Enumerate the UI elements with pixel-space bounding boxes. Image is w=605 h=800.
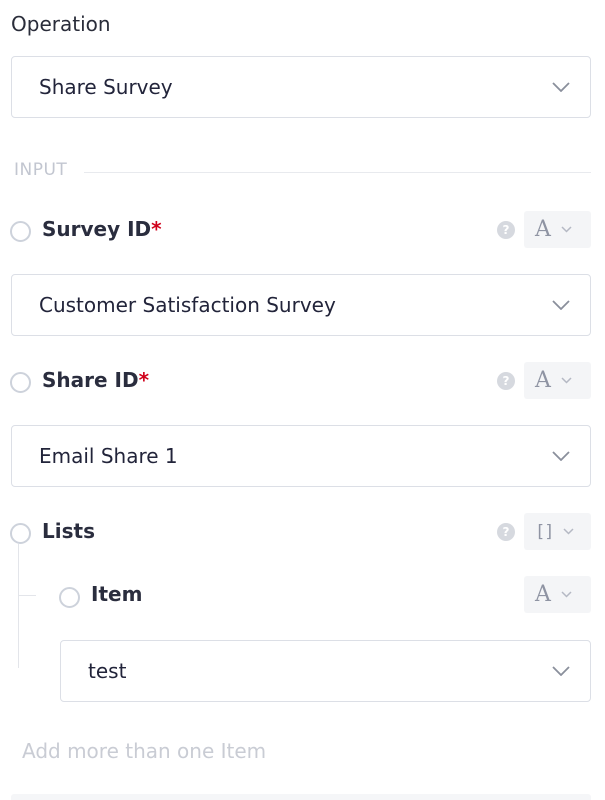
required-marker: *	[138, 368, 150, 392]
question-circle-icon[interactable]: ?	[497, 372, 515, 390]
chevron-down-icon	[552, 82, 570, 92]
chevron-down-icon	[552, 666, 570, 676]
item-type-button[interactable]: A	[524, 576, 591, 613]
array-type-icon: []	[535, 521, 555, 542]
lists-radio[interactable]	[10, 523, 31, 544]
chevron-down-icon	[563, 528, 575, 535]
question-circle-icon[interactable]: ?	[497, 523, 515, 541]
next-field-edge	[11, 794, 591, 800]
share-id-label-text: Share ID	[42, 368, 139, 392]
operation-label: Operation	[11, 12, 111, 36]
operation-value: Share Survey	[39, 75, 173, 99]
chevron-down-icon	[561, 591, 572, 598]
text-type-icon: A	[535, 217, 551, 242]
tree-connector-horizontal	[18, 595, 36, 596]
survey-id-label: Survey ID*	[42, 217, 162, 241]
item-label: Item	[91, 582, 143, 606]
survey-id-value: Customer Satisfaction Survey	[39, 293, 336, 317]
lists-label: Lists	[42, 519, 95, 543]
chevron-down-icon	[552, 300, 570, 310]
chevron-down-icon	[561, 377, 572, 384]
item-value: test	[88, 659, 127, 683]
share-id-radio[interactable]	[10, 372, 31, 393]
survey-id-type-button[interactable]: A	[524, 211, 591, 248]
add-more-item-link[interactable]: Add more than one Item	[22, 739, 266, 763]
share-id-select[interactable]: Email Share 1	[11, 425, 591, 487]
share-id-value: Email Share 1	[39, 444, 178, 468]
chevron-down-icon	[552, 451, 570, 461]
chevron-down-icon	[561, 226, 572, 233]
item-radio[interactable]	[59, 587, 80, 608]
item-select[interactable]: test	[60, 640, 591, 702]
text-type-icon: A	[535, 368, 551, 393]
survey-id-label-text: Survey ID	[42, 217, 152, 241]
survey-id-radio[interactable]	[10, 221, 31, 242]
operation-select[interactable]: Share Survey	[11, 56, 591, 118]
section-divider	[84, 172, 591, 173]
required-marker: *	[151, 217, 162, 241]
share-id-type-button[interactable]: A	[524, 362, 591, 399]
question-circle-icon[interactable]: ?	[497, 221, 515, 239]
share-id-label: Share ID*	[42, 368, 149, 392]
text-type-icon: A	[535, 582, 551, 607]
section-title-input: INPUT	[14, 160, 68, 180]
tree-connector-vertical	[18, 544, 19, 668]
lists-type-button[interactable]: []	[524, 513, 591, 550]
survey-id-select[interactable]: Customer Satisfaction Survey	[11, 274, 591, 336]
